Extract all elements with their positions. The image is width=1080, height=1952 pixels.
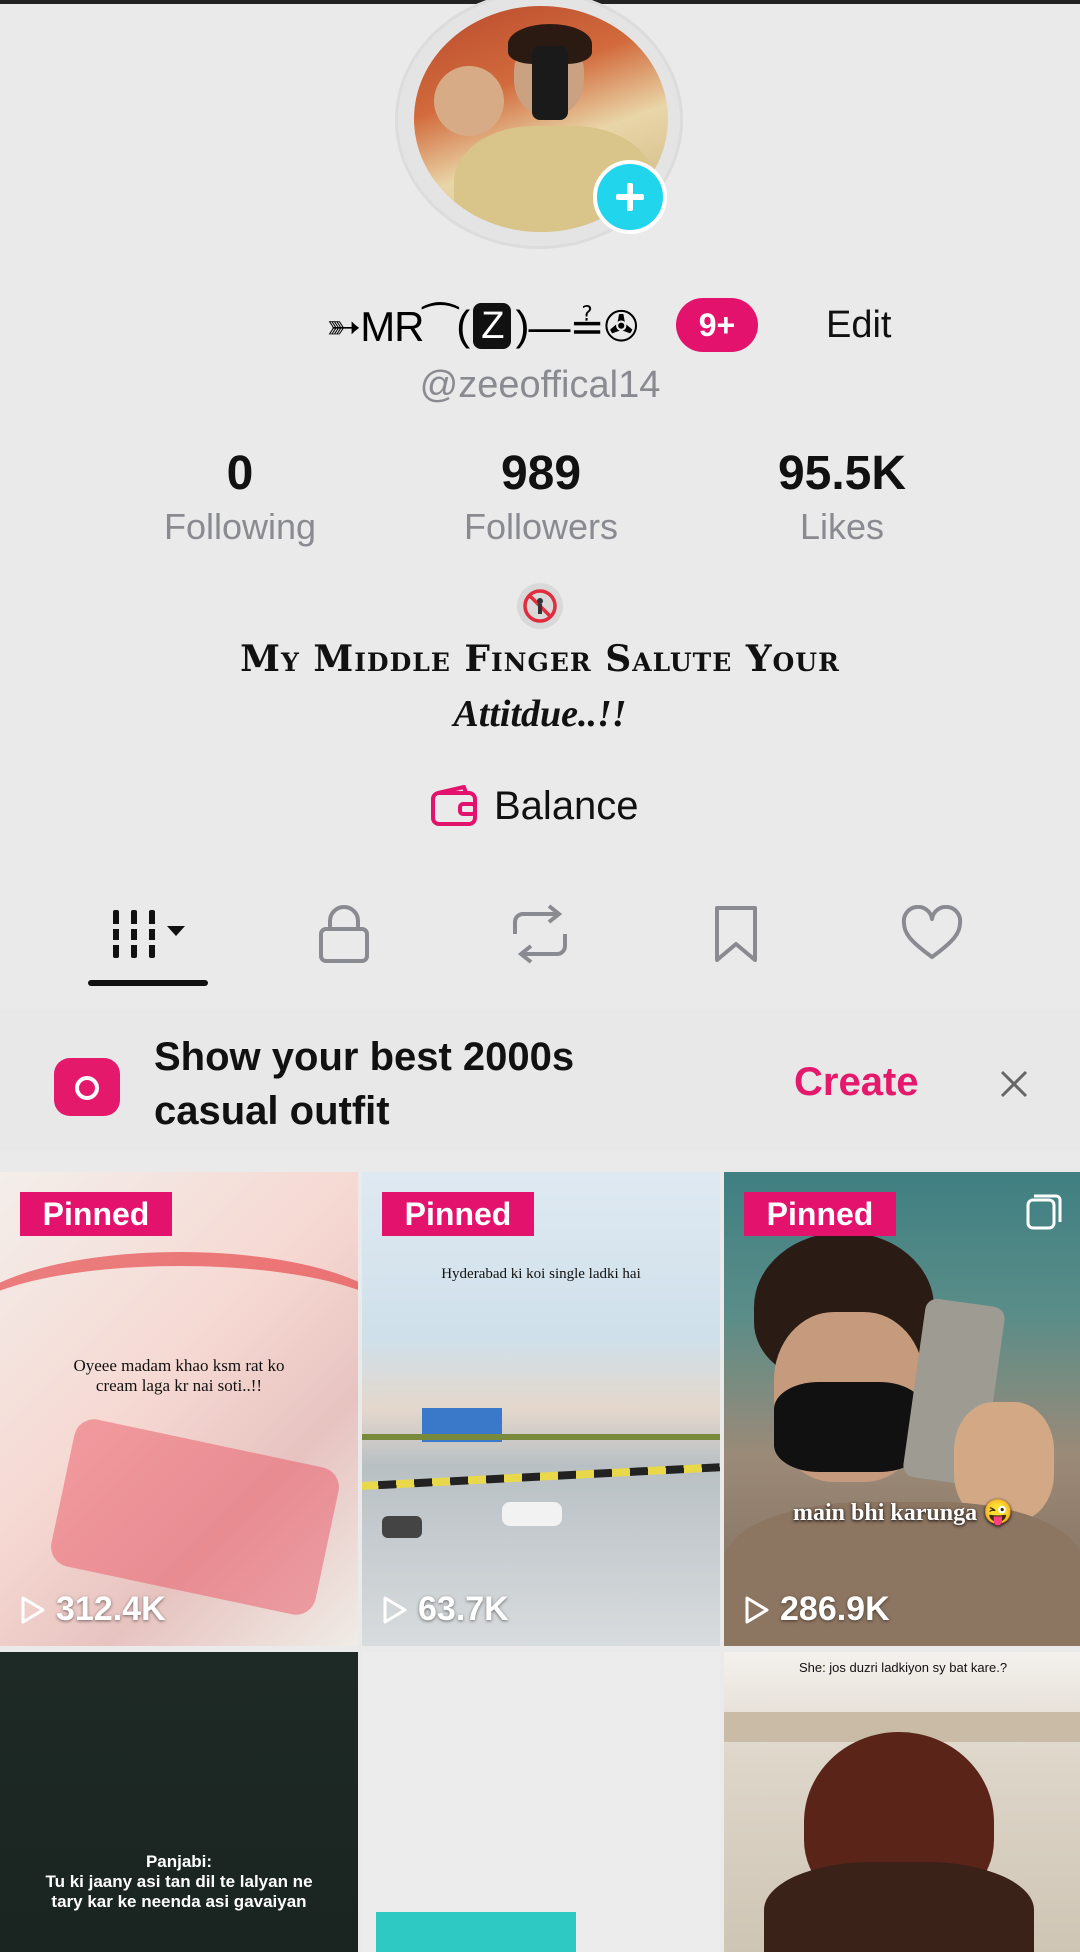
name-row: ➳MR⁀(Z) —≟✇ — [0, 286, 1080, 366]
tab-reposts[interactable] — [480, 894, 600, 974]
tab-favorites[interactable] — [676, 894, 796, 974]
username-handle: @zeeoffical14 — [419, 364, 661, 406]
video-caption: Oyeee madam khao ksm rat ko cream laga k… — [73, 1356, 285, 1395]
stat-label: Likes — [799, 506, 885, 547]
stat-label: Followers — [463, 506, 619, 547]
view-count-label: 63.7K — [418, 1590, 509, 1628]
stat-following[interactable]: 0 Following — [110, 446, 370, 550]
grid-icon — [107, 910, 185, 958]
balance-label: Balance — [494, 783, 639, 828]
lock-icon — [319, 905, 369, 963]
display-name-suffix: —≟✇ — [528, 302, 638, 350]
bio-line-2: Attitdue..!! — [453, 693, 627, 735]
video-caption: main bhi karunga 😜 — [793, 1500, 1013, 1526]
tab-liked[interactable] — [872, 894, 992, 974]
stat-value: 0 — [226, 447, 254, 500]
pinned-badge: Pinned — [20, 1192, 172, 1236]
wallet-icon — [431, 785, 477, 826]
video-tile[interactable]: Oyeee madam khao ksm rat ko cream laga k… — [0, 1172, 358, 1646]
add-avatar-button[interactable] — [593, 160, 667, 234]
video-caption: Panjabi: Tu ki jaany asi tan dil te laly… — [45, 1852, 313, 1911]
balance-button[interactable]: Balance — [430, 776, 639, 836]
create-button[interactable]: Create — [794, 1060, 919, 1105]
view-count-label: 286.9K — [780, 1590, 890, 1628]
stat-value: 989 — [500, 447, 582, 500]
prompt-banner: Show your best 2000s casual outfit Creat… — [0, 1010, 1080, 1150]
profile-tabs — [0, 880, 1080, 990]
notification-badge[interactable]: 9+ — [676, 298, 758, 352]
stat-value: 95.5K — [777, 447, 907, 500]
video-tile[interactable]: She: jos duzri ladkiyon sy bat kare.? — [724, 1652, 1080, 1952]
bio-line-1: My Middle Finger Salute Your — [240, 638, 840, 680]
close-icon[interactable] — [998, 1068, 1030, 1100]
view-count-label: 312.4K — [56, 1590, 166, 1628]
tab-videos[interactable] — [88, 894, 208, 974]
bookmark-icon — [715, 906, 757, 962]
view-count: 63.7K — [382, 1590, 509, 1629]
view-count: 286.9K — [744, 1590, 890, 1629]
play-icon — [383, 1596, 407, 1623]
plus-icon — [616, 183, 644, 211]
no-entry-icon — [517, 583, 563, 629]
multi-photo-icon — [1026, 1194, 1062, 1230]
video-tile[interactable]: main bhi karunga 😜 Pinned 286.9K — [724, 1172, 1080, 1646]
heart-icon — [901, 905, 963, 959]
pinned-badge: Pinned — [744, 1192, 896, 1236]
camera-icon — [54, 1058, 120, 1116]
display-name: ➳MR⁀(Z) —≟✇ — [326, 302, 639, 350]
edit-profile-button[interactable]: Edit — [826, 298, 891, 352]
repost-icon — [513, 904, 567, 964]
pinned-badge: Pinned — [382, 1192, 534, 1236]
tab-active-indicator — [88, 980, 208, 986]
play-icon — [21, 1596, 45, 1623]
play-icon — [745, 1596, 769, 1623]
stat-label: Following — [163, 506, 317, 547]
stat-likes[interactable]: 95.5K Likes — [712, 446, 972, 550]
video-caption: Hyderabad ki koi single ladki hai — [441, 1266, 641, 1282]
video-caption: She: jos duzri ladkiyon sy bat kare.? — [798, 1660, 1008, 1675]
video-tile[interactable]: Hyderabad ki koi single ladki hai Pinned… — [362, 1172, 720, 1646]
display-name-prefix: ➳MR⁀ — [326, 302, 457, 350]
tab-private[interactable] — [284, 894, 404, 974]
video-grid: Oyeee madam khao ksm rat ko cream laga k… — [0, 1172, 1080, 1952]
view-count: 312.4K — [20, 1590, 166, 1629]
prompt-text: Show your best 2000s casual outfit — [154, 1035, 575, 1133]
stat-followers[interactable]: 989 Followers — [411, 446, 671, 550]
video-tile[interactable]: Panjabi: Tu ki jaany asi tan dil te laly… — [0, 1652, 358, 1952]
display-name-z: Z — [473, 303, 512, 349]
video-tile[interactable] — [362, 1652, 720, 1952]
